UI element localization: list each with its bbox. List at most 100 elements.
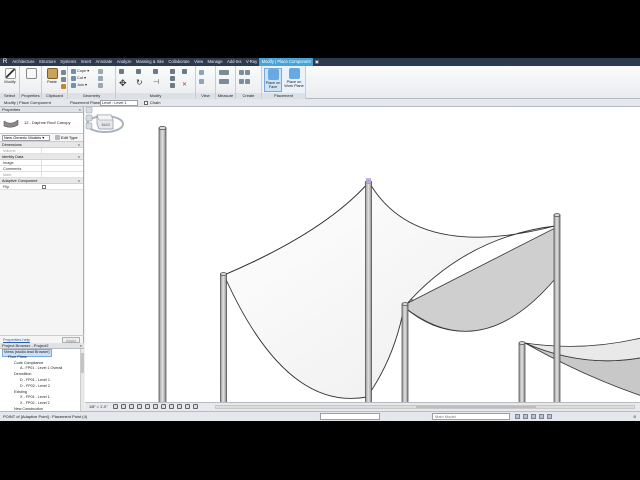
tab-add-ins[interactable]: Add-Ins (225, 58, 244, 66)
sun-path-icon[interactable] (129, 404, 134, 409)
panel-create: Create (236, 66, 262, 99)
join-button[interactable]: Join ▾ (71, 82, 87, 88)
property-row[interactable]: Flip (0, 184, 83, 190)
crop-view-icon[interactable] (153, 404, 158, 409)
rotate-icon[interactable]: ↻ (136, 78, 146, 88)
tab-collaborate[interactable]: Collaborate (166, 58, 192, 66)
analytical-model-icon[interactable] (193, 404, 198, 409)
ribbon-minimize-icon[interactable]: ▣ (313, 58, 321, 66)
cope-button[interactable]: Cope ▾ (71, 68, 89, 74)
scrollbar-thumb[interactable] (416, 406, 536, 408)
pin-icon[interactable] (182, 68, 188, 74)
tab-analyze[interactable]: Analyze (115, 58, 134, 66)
create-tool-2-icon[interactable] (239, 78, 251, 84)
dimension-icon[interactable] (219, 78, 230, 84)
type-selector[interactable]: 12 - Daphne Roof Canopy (0, 113, 83, 134)
view-tool-1-icon[interactable] (199, 69, 205, 75)
workset-select[interactable] (320, 413, 380, 420)
status-message: POINT of [Adaptive Point] : Placement Po… (3, 414, 88, 419)
zoom-icon[interactable] (85, 114, 93, 122)
geometry-tool-1-icon[interactable] (98, 68, 104, 74)
panel-view: View (196, 66, 216, 99)
measure-icon[interactable] (219, 69, 230, 75)
tab-modify-place-component[interactable]: Modify | Place Component (259, 58, 313, 66)
tab-structure[interactable]: Structure (37, 58, 58, 66)
copy-small-icon[interactable] (61, 76, 67, 82)
category-label: Identity Data (2, 155, 24, 159)
tab-manage[interactable]: Manage (205, 58, 225, 66)
trim-icon[interactable]: ⊣ (153, 78, 163, 88)
paste-button[interactable]: Paste (43, 68, 61, 92)
tab-insert[interactable]: Insert (79, 58, 94, 66)
lock-view-icon[interactable] (169, 404, 174, 409)
render-icon[interactable] (145, 404, 150, 409)
place-on-work-plane-label: Place on Work Plane (284, 80, 304, 88)
tab-view[interactable]: View (192, 58, 205, 66)
view-scale[interactable]: 1/8" = 1'-0" (89, 403, 108, 411)
placement-plane-select[interactable]: Level : Level 1 (100, 100, 138, 106)
select-underlay-icon[interactable] (531, 414, 536, 419)
edit-type-button[interactable]: Edit Type (55, 134, 78, 142)
select-links-icon[interactable] (523, 414, 528, 419)
tab-annotate[interactable]: Annotate (93, 58, 114, 66)
tab-massing-site[interactable]: Massing & Site (134, 58, 166, 66)
cut-small-icon[interactable] (61, 69, 67, 75)
move-icon[interactable]: ✥ (119, 78, 129, 88)
show-crop-icon[interactable] (161, 404, 166, 409)
place-on-face-button[interactable]: Place on Face (264, 68, 282, 92)
cut-button[interactable]: Cut ▾ (71, 75, 86, 81)
instance-filter-select[interactable]: New Generic Models ▾ (2, 135, 50, 141)
place-on-work-plane-icon (288, 68, 300, 79)
place-on-work-plane-button[interactable]: Place on Work Plane (284, 68, 304, 92)
3d-viewport[interactable]: BACK (85, 107, 640, 402)
horizontal-scrollbar[interactable] (215, 405, 635, 409)
tab-systems[interactable]: Systems (58, 58, 78, 66)
select-pinned-icon[interactable] (539, 414, 544, 419)
geometry-tool-3-icon[interactable] (98, 82, 104, 88)
scale-icon[interactable] (170, 82, 176, 88)
offset-icon[interactable] (136, 68, 142, 74)
property-label: Volume (3, 149, 16, 153)
visual-style-icon[interactable] (121, 404, 126, 409)
view-tool-2-icon[interactable] (199, 78, 205, 84)
orbit-icon[interactable] (85, 122, 93, 130)
modify-button[interactable]: Modify (1, 68, 19, 92)
mirror-icon[interactable] (153, 68, 159, 74)
browser-scrollbar[interactable] (80, 349, 84, 411)
paste-label: Paste (47, 80, 57, 84)
revit-window: R Architecture Structure Systems Insert … (0, 58, 640, 421)
tab-architecture[interactable]: Architecture (10, 58, 37, 66)
create-tool-1-icon[interactable] (239, 69, 251, 75)
category-label: Dimensions (2, 143, 22, 147)
join-icon (71, 82, 76, 88)
chain-checkbox[interactable] (144, 101, 148, 105)
tab-vray[interactable]: V-Ray (244, 58, 260, 66)
reveal-hidden-icon[interactable] (185, 404, 190, 409)
shadows-icon[interactable] (137, 404, 142, 409)
array-icon[interactable] (170, 75, 176, 81)
split-icon[interactable] (170, 68, 176, 74)
editable-only-icon[interactable] (515, 414, 520, 419)
temporary-hide-icon[interactable] (177, 404, 182, 409)
properties-icon (25, 68, 37, 79)
property-label: Mark (3, 173, 12, 177)
detail-level-icon[interactable] (113, 404, 118, 409)
delete-icon[interactable]: ✕ (182, 82, 187, 88)
align-icon[interactable] (119, 68, 125, 74)
match-properties-icon[interactable] (61, 83, 67, 89)
application-menu-icon[interactable]: R (1, 58, 9, 66)
panel-geometry: Cope ▾ Cut ▾ Join ▾ Geometry (68, 66, 116, 99)
status-bar: POINT of [Adaptive Point] : Placement Po… (0, 411, 640, 421)
panel-properties: Properties (20, 66, 42, 99)
selection-count: :0 (632, 414, 636, 419)
tall-post (158, 126, 167, 402)
properties-button[interactable] (22, 68, 40, 92)
design-option-select[interactable]: Main Model (432, 413, 510, 420)
adaptive-point-marker[interactable] (366, 178, 371, 184)
steering-wheel-icon[interactable] (85, 107, 93, 114)
filter-icon[interactable] (547, 414, 552, 419)
scrollbar-thumb[interactable] (81, 353, 84, 373)
geometry-tool-2-icon[interactable] (98, 75, 104, 81)
cut-label: Cut (77, 76, 83, 80)
flip-checkbox[interactable] (42, 185, 46, 189)
